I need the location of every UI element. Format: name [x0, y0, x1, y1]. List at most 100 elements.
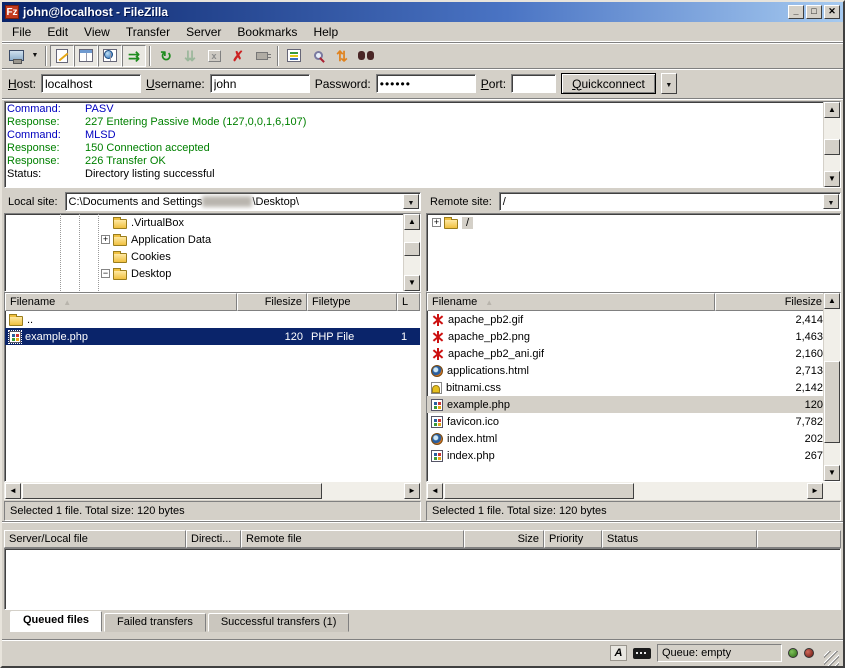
toolbar: ▼ ⇉ ↻ ⇊ x ✗ ⇅: [2, 42, 843, 68]
tab-successful-transfers[interactable]: Successful transfers (1): [208, 613, 350, 632]
tree-expander[interactable]: +: [101, 235, 110, 244]
quickconnect-dropdown[interactable]: ▼: [661, 73, 677, 94]
local-list-hscrollbar[interactable]: ◄ ►: [4, 482, 421, 500]
process-queue-button[interactable]: ⇊: [178, 45, 202, 67]
scroll-up-button[interactable]: ▲: [824, 293, 840, 309]
column-header-status[interactable]: Status: [602, 530, 757, 548]
ico-file-icon: [431, 416, 443, 428]
column-header-lastmodified[interactable]: L: [397, 293, 420, 311]
tree-item-application-data[interactable]: + Application Data: [5, 231, 420, 248]
reconnect-button[interactable]: [250, 45, 274, 67]
local-path-combobox[interactable]: C:\Documents and Settings\Desktop\ ▼: [65, 192, 421, 211]
column-header-server-local-file[interactable]: Server/Local file: [4, 530, 186, 548]
scroll-down-button[interactable]: ▼: [824, 465, 840, 481]
file-row[interactable]: apache_pb2.png 1,463: [427, 328, 840, 345]
synchronized-browsing-button[interactable]: ⇅: [330, 45, 354, 67]
scroll-thumb[interactable]: [22, 483, 322, 499]
scroll-thumb[interactable]: [824, 139, 840, 155]
tree-item-desktop[interactable]: − Desktop: [5, 265, 420, 282]
menu-edit[interactable]: Edit: [39, 23, 76, 41]
scroll-thumb[interactable]: [404, 242, 420, 256]
resize-grip[interactable]: [824, 651, 839, 666]
process-queue-icon: ⇊: [184, 49, 196, 63]
file-row[interactable]: favicon.ico 7,782: [427, 413, 840, 430]
log-scrollbar[interactable]: ▲ ▼: [823, 102, 840, 187]
scroll-up-button[interactable]: ▲: [404, 214, 420, 230]
file-row[interactable]: apache_pb2.gif 2,414: [427, 311, 840, 328]
tree-item-root[interactable]: + /: [427, 214, 840, 231]
scroll-right-button[interactable]: ►: [404, 483, 420, 499]
tree-item-label: /: [462, 217, 473, 229]
port-input[interactable]: [511, 74, 556, 93]
filter-button[interactable]: [282, 45, 306, 67]
quickconnect-button[interactable]: Quickconnect: [561, 73, 656, 94]
scroll-down-button[interactable]: ▼: [824, 171, 840, 187]
column-header-filename[interactable]: Filename▲: [5, 293, 237, 311]
toggle-queue-button[interactable]: ⇉: [122, 45, 146, 67]
toggle-local-tree-button[interactable]: [74, 45, 98, 67]
scroll-thumb[interactable]: [824, 361, 840, 443]
find-files-button[interactable]: [354, 45, 378, 67]
scroll-thumb[interactable]: [444, 483, 634, 499]
column-header-size[interactable]: Size: [464, 530, 544, 548]
tab-failed-transfers[interactable]: Failed transfers: [104, 613, 206, 632]
cancel-button[interactable]: x: [202, 45, 226, 67]
file-row[interactable]: index.php 267: [427, 447, 840, 464]
tree-item-cookies[interactable]: Cookies: [5, 248, 420, 265]
menu-help[interactable]: Help: [305, 23, 346, 41]
file-row[interactable]: applications.html 2,713: [427, 362, 840, 379]
scroll-right-button[interactable]: ►: [807, 483, 823, 499]
remote-path-combobox[interactable]: / ▼: [499, 192, 841, 211]
column-header-direction[interactable]: Directi...: [186, 530, 241, 548]
file-row-example-php-selected[interactable]: example.php 120 PHP File 1: [5, 328, 420, 345]
toggle-remote-tree-button[interactable]: [98, 45, 122, 67]
queue-splitter[interactable]: [2, 521, 843, 530]
column-header-filename[interactable]: Filename▲: [427, 293, 715, 311]
compare-directories-button[interactable]: [306, 45, 330, 67]
username-input[interactable]: [210, 74, 310, 93]
close-button[interactable]: ✕: [824, 5, 840, 19]
site-manager-dropdown[interactable]: ▼: [28, 45, 42, 67]
file-row-parent-dir[interactable]: ..: [5, 311, 420, 328]
refresh-button[interactable]: ↻: [154, 45, 178, 67]
disconnect-button[interactable]: ✗: [226, 45, 250, 67]
maximize-button[interactable]: □: [806, 5, 822, 19]
password-input[interactable]: [376, 74, 476, 93]
file-row[interactable]: apache_pb2_ani.gif 2,160: [427, 345, 840, 362]
column-header-filesize[interactable]: Filesize: [715, 293, 827, 311]
local-tree-scrollbar[interactable]: ▲ ▼: [403, 214, 420, 291]
remote-list-hscrollbar[interactable]: ◄ ►: [426, 482, 841, 500]
column-header-filesize[interactable]: Filesize: [237, 293, 307, 311]
scroll-left-button[interactable]: ◄: [5, 483, 21, 499]
menu-bookmarks[interactable]: Bookmarks: [229, 23, 305, 41]
tree-item-virtualbox[interactable]: .VirtualBox: [5, 214, 420, 231]
php-file-icon: [431, 450, 443, 462]
column-header-remote-file[interactable]: Remote file: [241, 530, 464, 548]
queue-list-empty[interactable]: [4, 548, 841, 610]
log-prefix: Command:: [7, 129, 85, 142]
site-manager-button[interactable]: [4, 45, 28, 67]
file-row[interactable]: bitnami.css 2,142: [427, 379, 840, 396]
toggle-log-button[interactable]: [50, 45, 74, 67]
message-log-panel: Command:PASV Response:227 Entering Passi…: [2, 98, 843, 189]
menu-transfer[interactable]: Transfer: [118, 23, 178, 41]
menu-view[interactable]: View: [76, 23, 118, 41]
tree-expander[interactable]: −: [101, 269, 110, 278]
scroll-left-button[interactable]: ◄: [427, 483, 443, 499]
scroll-up-button[interactable]: ▲: [824, 102, 840, 118]
menu-server[interactable]: Server: [178, 23, 229, 41]
host-input[interactable]: [41, 74, 141, 93]
column-header-priority[interactable]: Priority: [544, 530, 602, 548]
file-row-example-php-selected[interactable]: example.php 120: [427, 396, 840, 413]
tab-queued-files[interactable]: Queued files: [10, 611, 102, 632]
title-bar[interactable]: Fz john@localhost - FileZilla _ □ ✕: [2, 2, 843, 22]
tree-expander[interactable]: +: [432, 218, 441, 227]
column-header-filetype[interactable]: Filetype: [307, 293, 397, 311]
menu-file[interactable]: File: [4, 23, 39, 41]
file-row[interactable]: index.html 202: [427, 430, 840, 447]
combo-dropdown-button[interactable]: ▼: [403, 194, 419, 209]
combo-dropdown-button[interactable]: ▼: [823, 194, 839, 209]
remote-list-scrollbar[interactable]: ▲ ▼: [823, 293, 840, 481]
minimize-button[interactable]: _: [788, 5, 804, 19]
scroll-down-button[interactable]: ▼: [404, 275, 420, 291]
